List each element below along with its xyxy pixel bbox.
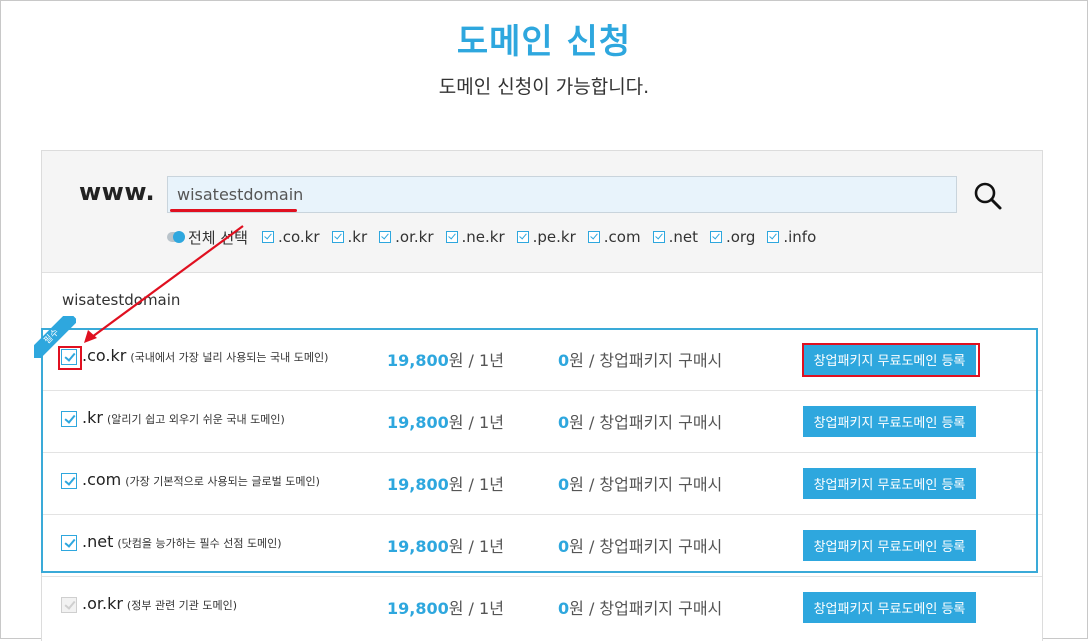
tld-option-label: .or.kr — [395, 228, 434, 246]
tld-option-label: .org — [725, 228, 756, 246]
search-area: www. 전체 선택 .co.kr .kr .or.kr .ne.kr .pe.… — [42, 151, 1042, 273]
tld-option-label: .net — [668, 228, 698, 246]
checkbox-icon — [261, 231, 274, 243]
page-title: 도메인 신청 — [456, 22, 632, 62]
tld-option-label: .pe.kr — [532, 228, 576, 246]
row-price: 19,800원 / 1년 — [387, 595, 504, 619]
row-promo-price: 0원 / 창업패키지 구매시 — [558, 595, 722, 619]
checkbox-icon — [767, 231, 780, 243]
required-domains-group — [41, 328, 1038, 573]
tld-option-org[interactable]: .org — [709, 228, 756, 246]
tld-option-net[interactable]: .net — [652, 228, 698, 246]
tld-option-label: .co.kr — [277, 228, 320, 246]
checkbox-icon — [516, 231, 529, 243]
row-checkbox[interactable] — [61, 597, 77, 613]
domain-search-input[interactable] — [167, 176, 957, 213]
required-ribbon: 필수 — [34, 316, 76, 358]
page-subtitle: 도메인 신청이 가능합니다. — [438, 76, 650, 98]
domain-row-or-kr: .or.kr (정부 관련 기관 도메인) 19,800원 / 1년 0원 / 창… — [42, 577, 1042, 638]
tld-option-info[interactable]: .info — [767, 228, 816, 246]
tld-name: .or.kr — [82, 594, 123, 613]
input-highlight-underline — [170, 209, 297, 212]
tld-option-co-kr[interactable]: .co.kr — [261, 228, 320, 246]
tld-option-label: .ne.kr — [461, 228, 505, 246]
result-domain-name: wisatestdomain — [62, 291, 181, 309]
search-icon — [974, 182, 1002, 210]
tld-option-or-kr[interactable]: .or.kr — [379, 228, 434, 246]
select-all-label[interactable]: 전체 선택 — [188, 227, 248, 248]
tld-option-label: .info — [783, 228, 817, 246]
search-button[interactable] — [972, 180, 1004, 212]
tld-option-com[interactable]: .com — [587, 228, 641, 246]
checkbox-icon — [652, 231, 665, 243]
tld-option-kr[interactable]: .kr — [331, 228, 368, 246]
toggle-knob — [173, 231, 185, 243]
checkbox-icon — [445, 231, 458, 243]
tld-option-pe-kr[interactable]: .pe.kr — [516, 228, 576, 246]
checkbox-icon — [709, 231, 722, 243]
required-badge: 필수 — [34, 316, 76, 358]
tld-option-label: .com — [603, 228, 641, 246]
price-unit: 원 / 1년 — [448, 599, 504, 618]
tld-description: (정부 관련 기관 도메인) — [126, 599, 238, 612]
row-tld: .or.kr (정부 관련 기관 도메인) — [82, 594, 237, 613]
promo-text: 원 / 창업패키지 구매시 — [569, 599, 723, 618]
price-value: 19,800 — [387, 599, 449, 618]
select-all-toggle[interactable] — [167, 231, 185, 243]
tld-filter-row: 전체 선택 .co.kr .kr .or.kr .ne.kr .pe.kr .c… — [167, 226, 828, 248]
checkbox-icon — [379, 231, 392, 243]
checkbox-icon — [587, 231, 600, 243]
tld-option-label: .kr — [347, 228, 368, 246]
checkbox-icon — [331, 231, 344, 243]
www-prefix-label: www. — [79, 178, 156, 206]
tld-option-ne-kr[interactable]: .ne.kr — [445, 228, 505, 246]
promo-price-value: 0 — [558, 599, 570, 618]
free-domain-register-button[interactable]: 창업패키지 무료도메인 등록 — [803, 592, 976, 623]
